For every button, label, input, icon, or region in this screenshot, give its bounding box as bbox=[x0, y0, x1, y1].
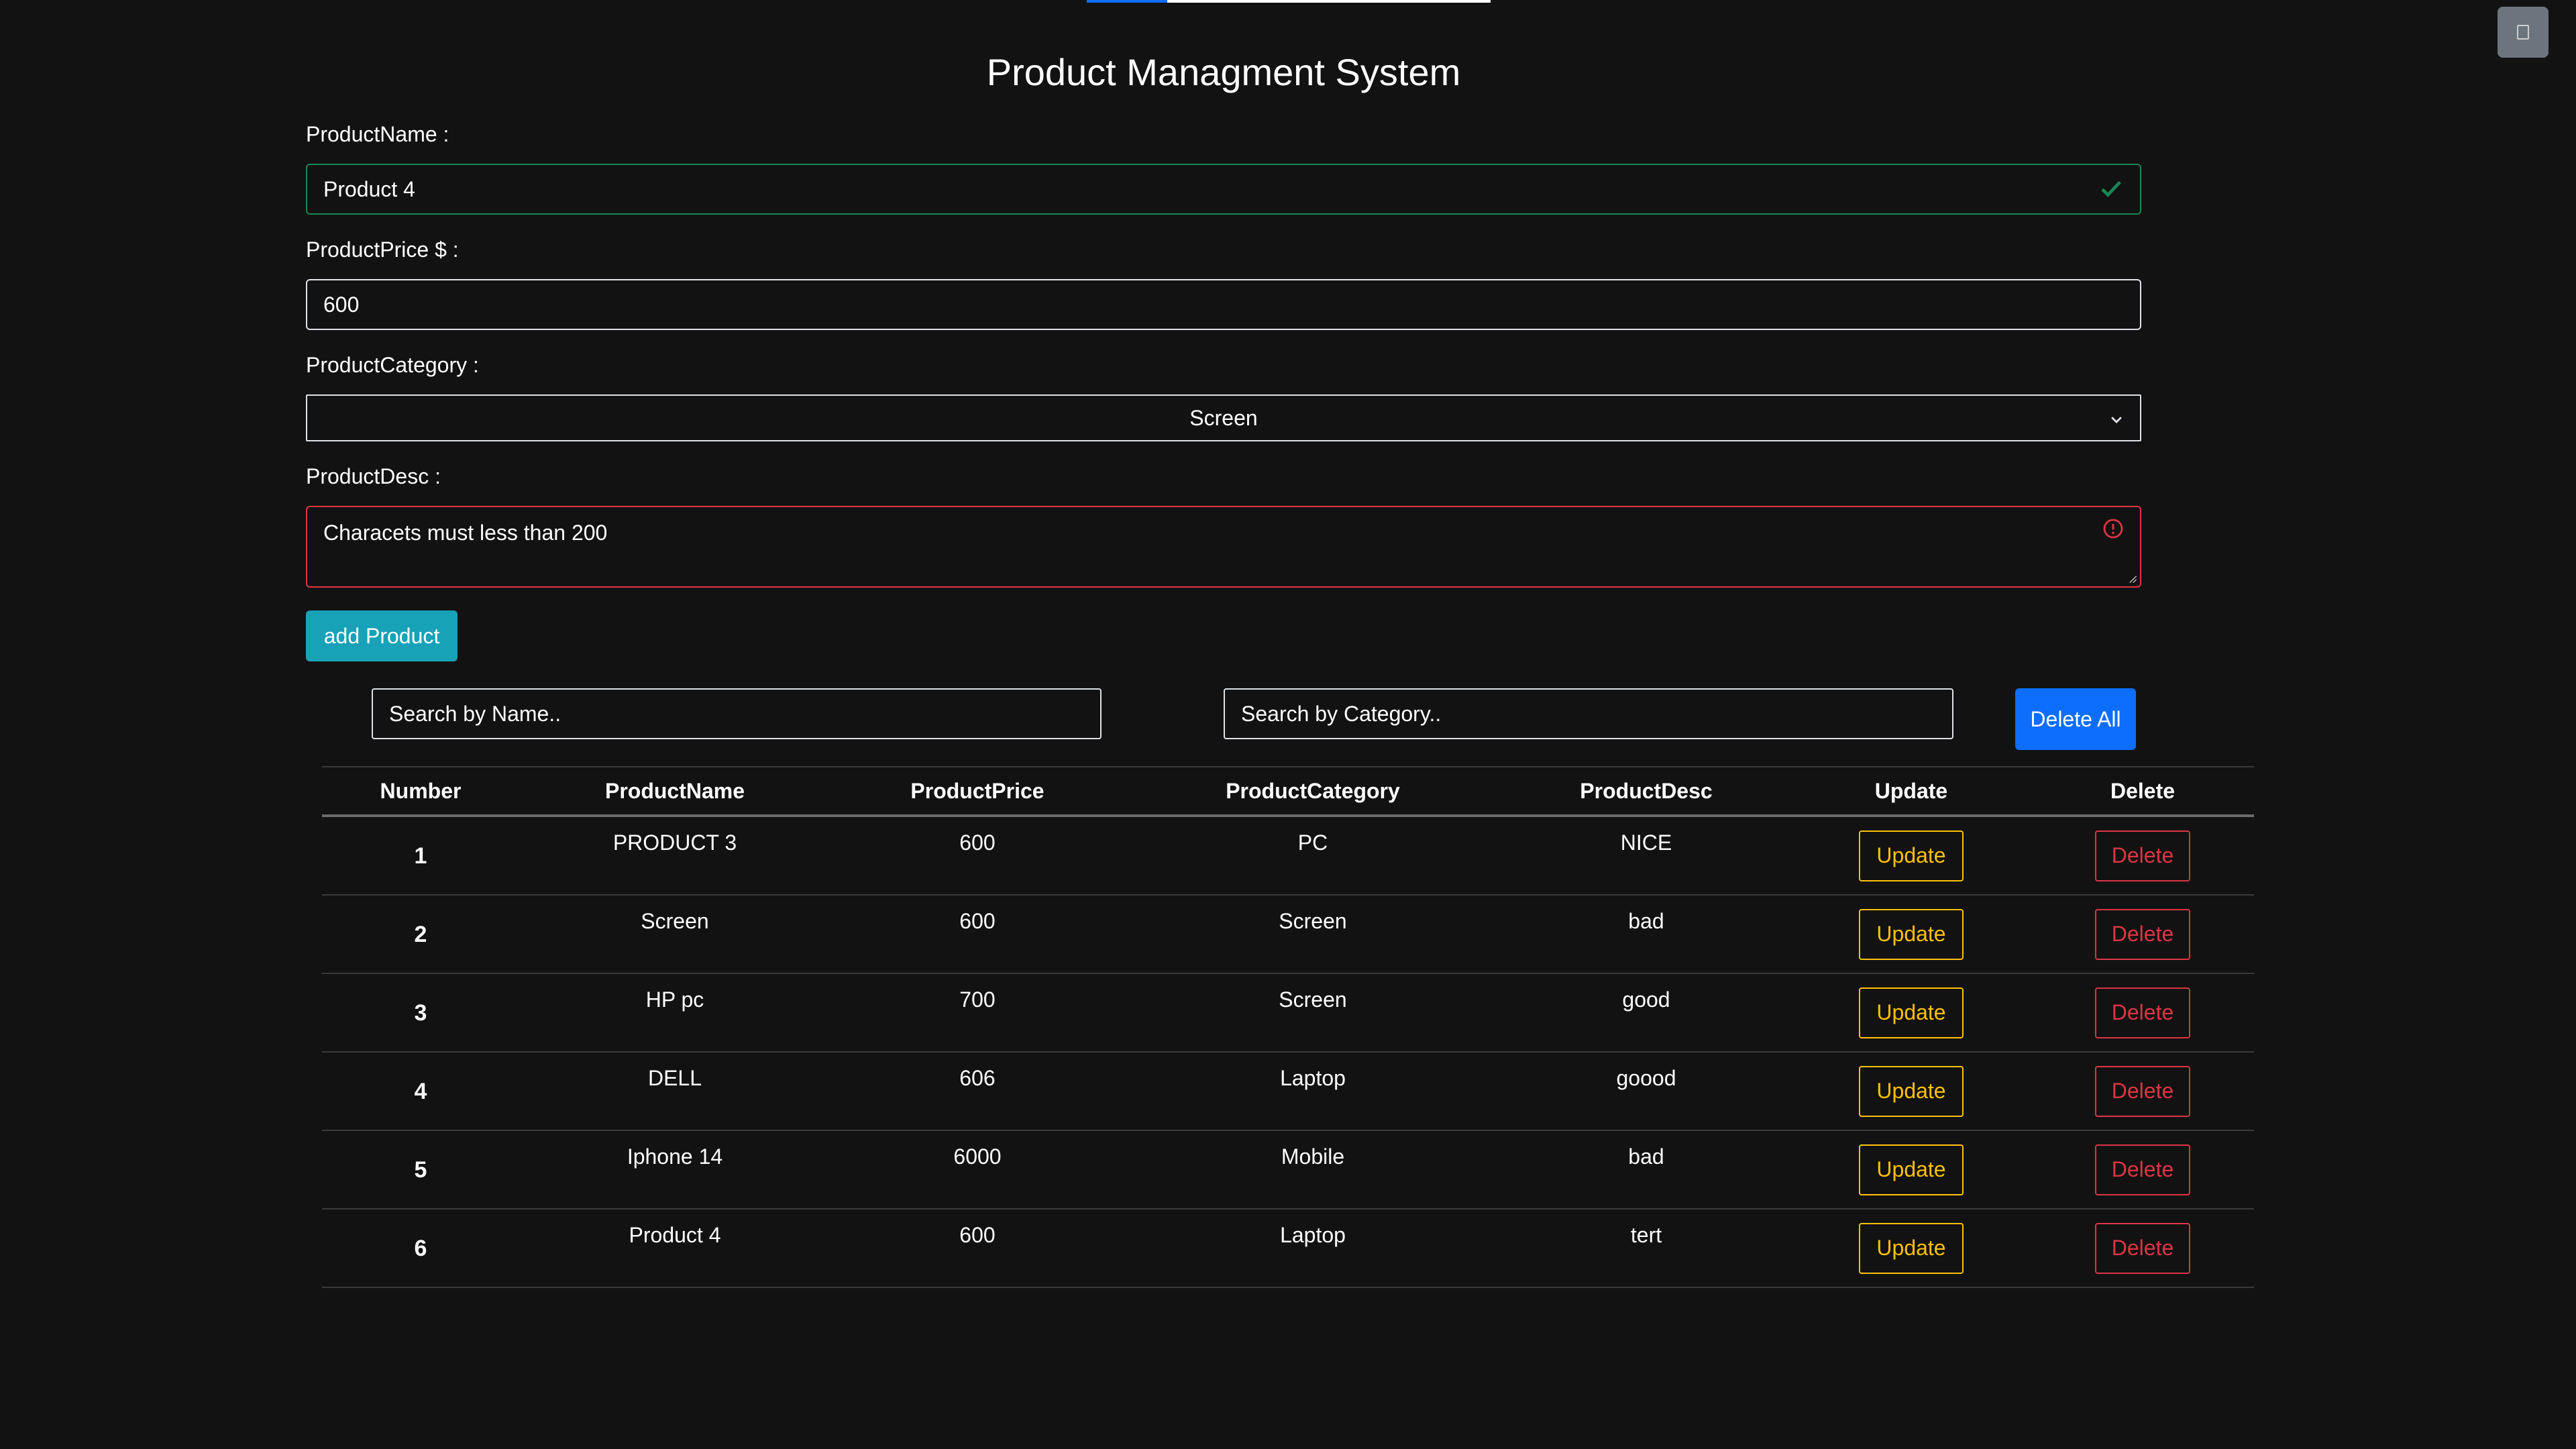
table-row: 1 PRODUCT 3 600 PC NICE Update Delete bbox=[322, 816, 2254, 896]
cell-product-category: Laptop bbox=[1124, 1209, 1501, 1288]
cell-number: 4 bbox=[322, 1052, 519, 1131]
update-button[interactable]: Update bbox=[1859, 987, 1964, 1038]
cell-product-category: Mobile bbox=[1124, 1130, 1501, 1210]
cell-product-name: Screen bbox=[519, 895, 830, 974]
cell-product-desc: NICE bbox=[1501, 816, 1791, 896]
cell-number: 5 bbox=[322, 1130, 519, 1210]
table-header-row: Number ProductName ProductPrice ProductC… bbox=[322, 766, 2254, 817]
exclamation-circle-icon bbox=[2103, 519, 2123, 539]
cell-delete: Delete bbox=[2031, 1209, 2254, 1288]
update-button[interactable]: Update bbox=[1859, 1144, 1964, 1195]
update-button[interactable]: Update bbox=[1859, 1065, 1964, 1117]
cell-product-desc: good bbox=[1501, 973, 1791, 1053]
cell-product-category: Screen bbox=[1124, 895, 1501, 974]
delete-all-button[interactable]: Delete All bbox=[2015, 688, 2136, 750]
update-button[interactable]: Update bbox=[1859, 908, 1964, 960]
cell-delete: Delete bbox=[2031, 1052, 2254, 1131]
product-name-input[interactable] bbox=[306, 164, 2141, 215]
cell-number: 1 bbox=[322, 816, 519, 896]
table-row: 4 DELL 606 Laptop goood Update Delete bbox=[322, 1052, 2254, 1131]
cell-product-category: PC bbox=[1124, 816, 1501, 896]
page-title: Product Managment System bbox=[986, 51, 1461, 93]
update-button[interactable]: Update bbox=[1859, 830, 1964, 881]
cell-update: Update bbox=[1791, 895, 2031, 974]
cell-product-desc: bad bbox=[1501, 1130, 1791, 1210]
cell-product-price: 606 bbox=[830, 1052, 1124, 1131]
product-category-selected: Screen bbox=[1189, 405, 1258, 430]
search-by-category-input[interactable] bbox=[1224, 688, 1953, 739]
header-delete: Delete bbox=[2031, 766, 2254, 817]
cell-number: 2 bbox=[322, 895, 519, 974]
top-progress-bar bbox=[1087, 0, 1491, 3]
top-progress-fill bbox=[1087, 0, 1168, 3]
chevron-down-icon bbox=[2111, 417, 2122, 424]
cell-delete: Delete bbox=[2031, 973, 2254, 1053]
resize-grip-icon[interactable] bbox=[2128, 574, 2137, 584]
cell-product-category: Laptop bbox=[1124, 1052, 1501, 1131]
cell-update: Update bbox=[1791, 1130, 2031, 1210]
add-product-button[interactable]: add Product bbox=[306, 610, 458, 661]
cell-product-price: 600 bbox=[830, 816, 1124, 896]
product-price-label: ProductPrice $ : bbox=[306, 237, 459, 262]
cell-product-name: DELL bbox=[519, 1052, 830, 1131]
cell-product-desc: tert bbox=[1501, 1209, 1791, 1288]
product-category-select[interactable]: Screen bbox=[306, 394, 2141, 441]
header-product-name: ProductName bbox=[519, 766, 830, 817]
cell-delete: Delete bbox=[2031, 816, 2254, 896]
square-icon bbox=[2517, 25, 2529, 40]
cell-product-price: 700 bbox=[830, 973, 1124, 1053]
products-table-container: Number ProductName ProductPrice ProductC… bbox=[322, 766, 2254, 1288]
corner-toggle-button[interactable] bbox=[2498, 7, 2548, 58]
table-row: 2 Screen 600 Screen bad Update Delete bbox=[322, 895, 2254, 974]
cell-delete: Delete bbox=[2031, 895, 2254, 974]
delete-button[interactable]: Delete bbox=[2095, 1065, 2190, 1117]
table-row: 5 Iphone 14 6000 Mobile bad Update Delet… bbox=[322, 1130, 2254, 1210]
cell-product-price: 6000 bbox=[830, 1130, 1124, 1210]
cell-number: 3 bbox=[322, 973, 519, 1053]
delete-button[interactable]: Delete bbox=[2095, 1144, 2190, 1195]
cell-update: Update bbox=[1791, 816, 2031, 896]
product-name-label: ProductName : bbox=[306, 122, 449, 146]
header-update: Update bbox=[1791, 766, 2031, 817]
cell-product-category: Screen bbox=[1124, 973, 1501, 1053]
table-row: 6 Product 4 600 Laptop tert Update Delet… bbox=[322, 1209, 2254, 1288]
search-by-name-input[interactable] bbox=[372, 688, 1102, 739]
cell-product-name: PRODUCT 3 bbox=[519, 816, 830, 896]
header-product-desc: ProductDesc bbox=[1501, 766, 1791, 817]
table-row: 3 HP pc 700 Screen good Update Delete bbox=[322, 973, 2254, 1053]
delete-button[interactable]: Delete bbox=[2095, 908, 2190, 960]
cell-product-desc: goood bbox=[1501, 1052, 1791, 1131]
product-category-label: ProductCategory : bbox=[306, 353, 479, 377]
delete-button[interactable]: Delete bbox=[2095, 987, 2190, 1038]
cell-update: Update bbox=[1791, 1052, 2031, 1131]
cell-product-price: 600 bbox=[830, 1209, 1124, 1288]
product-price-input[interactable] bbox=[306, 279, 2141, 330]
header-product-price: ProductPrice bbox=[830, 766, 1124, 817]
cell-product-desc: bad bbox=[1501, 895, 1791, 974]
products-table: Number ProductName ProductPrice ProductC… bbox=[322, 766, 2254, 1288]
product-form: Product Managment System ProductName : P… bbox=[306, 51, 2141, 661]
product-desc-text: Characets must less than 200 bbox=[323, 521, 608, 545]
cell-update: Update bbox=[1791, 1209, 2031, 1288]
delete-button[interactable]: Delete bbox=[2095, 830, 2190, 881]
cell-product-name: HP pc bbox=[519, 973, 830, 1053]
product-desc-textarea[interactable]: Characets must less than 200 bbox=[306, 506, 2141, 588]
update-button[interactable]: Update bbox=[1859, 1222, 1964, 1274]
cell-product-name: Product 4 bbox=[519, 1209, 830, 1288]
app-page: Product Managment System ProductName : P… bbox=[0, 0, 2576, 1449]
product-desc-label: ProductDesc : bbox=[306, 464, 441, 488]
cell-update: Update bbox=[1791, 973, 2031, 1053]
header-product-category: ProductCategory bbox=[1124, 766, 1501, 817]
cell-delete: Delete bbox=[2031, 1130, 2254, 1210]
delete-button[interactable]: Delete bbox=[2095, 1222, 2190, 1274]
cell-product-name: Iphone 14 bbox=[519, 1130, 830, 1210]
cell-product-price: 600 bbox=[830, 895, 1124, 974]
cell-number: 6 bbox=[322, 1209, 519, 1288]
check-icon bbox=[2101, 180, 2121, 197]
header-number: Number bbox=[322, 766, 519, 817]
